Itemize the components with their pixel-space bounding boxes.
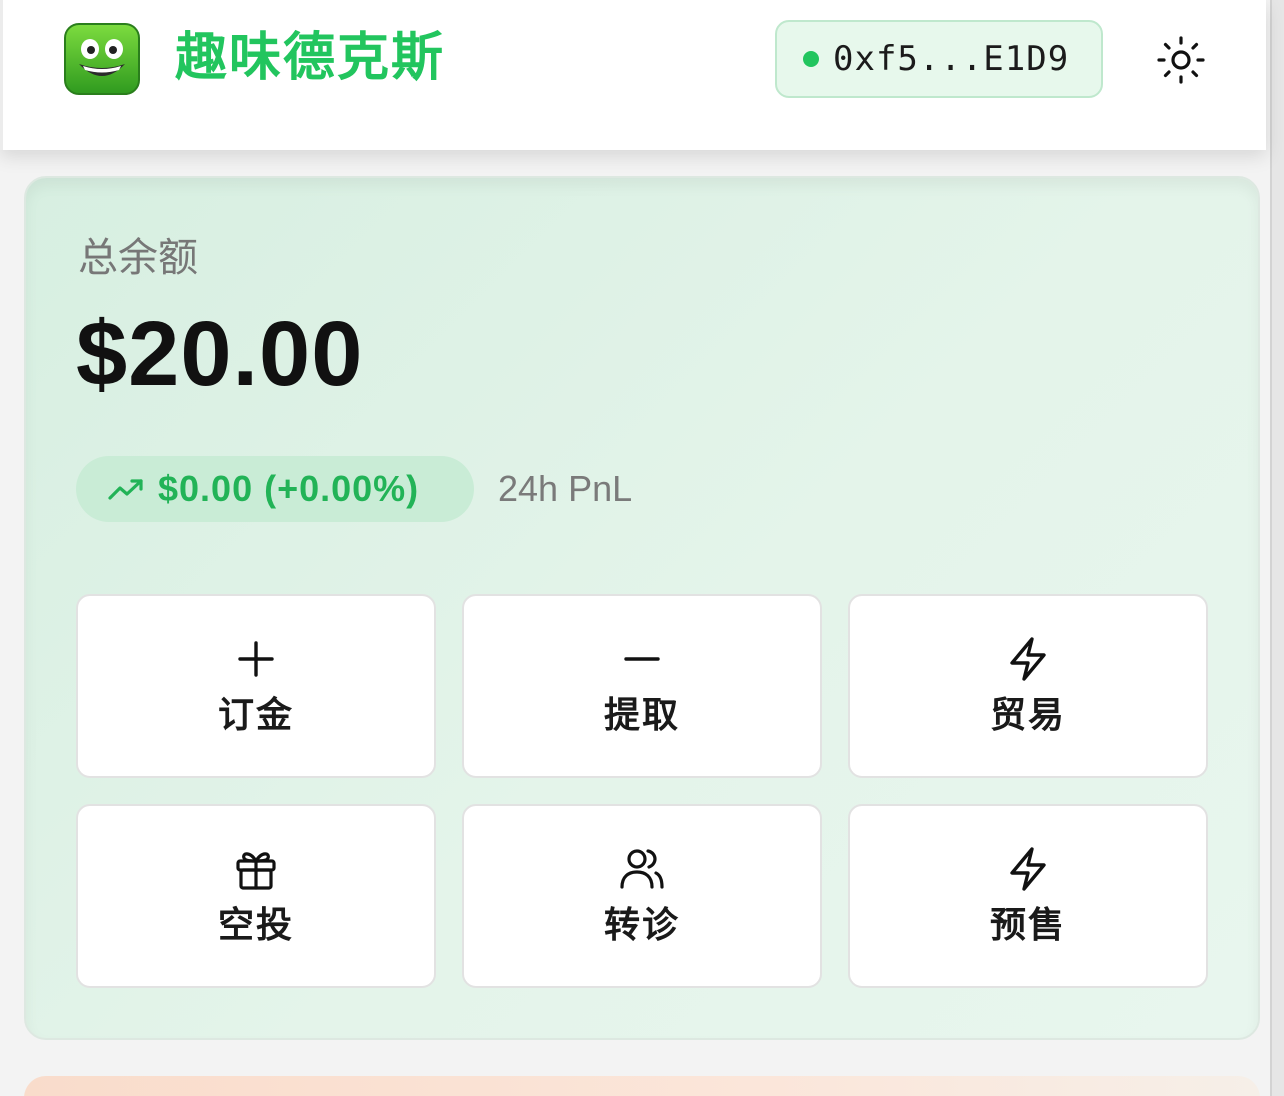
minus-icon [624, 657, 660, 661]
deposit-label: 订金 [217, 694, 294, 735]
airdrop-label: 空投 [217, 904, 294, 945]
referral-button[interactable]: 转诊 [462, 804, 822, 988]
pnl-value: $0.00 (+0.00%) [158, 468, 420, 509]
plus-icon [238, 641, 274, 677]
total-balance-value: $20.00 [76, 303, 364, 405]
pnl-period-label: 24h PnL [498, 468, 633, 509]
withdraw-button[interactable]: 提取 [462, 594, 822, 778]
total-balance-label: 总余额 [78, 236, 198, 280]
presale-button[interactable]: 预售 [848, 804, 1208, 988]
sun-icon[interactable] [1155, 34, 1207, 86]
connected-status-dot [803, 51, 819, 67]
lightning-icon [1010, 637, 1046, 681]
lightning-icon [1010, 847, 1046, 891]
wallet-address: 0xf5...E1D9 [833, 39, 1070, 79]
trade-button[interactable]: 贸易 [848, 594, 1208, 778]
balance-card: 总余额 $20.00 $0.00 (+0.00%) 24h PnL 订金 提取 … [24, 176, 1260, 1040]
withdraw-label: 提取 [603, 694, 680, 735]
brand-title[interactable]: 趣味德克斯 [175, 26, 445, 90]
action-grid: 订金 提取 贸易 空投 转诊 预售 [76, 594, 1210, 988]
next-section-card [24, 1076, 1260, 1096]
trade-label: 贸易 [989, 694, 1066, 735]
pnl-badge: $0.00 (+0.00%) [76, 456, 474, 522]
top-header: 趣味德克斯 0xf5...E1D9 [0, 0, 1266, 150]
gift-icon [236, 852, 276, 890]
scrollbar-track[interactable] [1270, 0, 1284, 1096]
presale-label: 预售 [989, 904, 1066, 945]
airdrop-button[interactable]: 空投 [76, 804, 436, 988]
app-page: 趣味德克斯 0xf5...E1D9 总余额 $20.00 $0.00 (+0.0… [0, 0, 1284, 1096]
referral-label: 转诊 [603, 904, 680, 945]
users-icon [620, 849, 664, 889]
wallet-button[interactable]: 0xf5...E1D9 [775, 20, 1103, 98]
deposit-button[interactable]: 订金 [76, 594, 436, 778]
trending-up-icon [108, 479, 143, 500]
smiling-green-face-icon[interactable] [63, 22, 141, 96]
